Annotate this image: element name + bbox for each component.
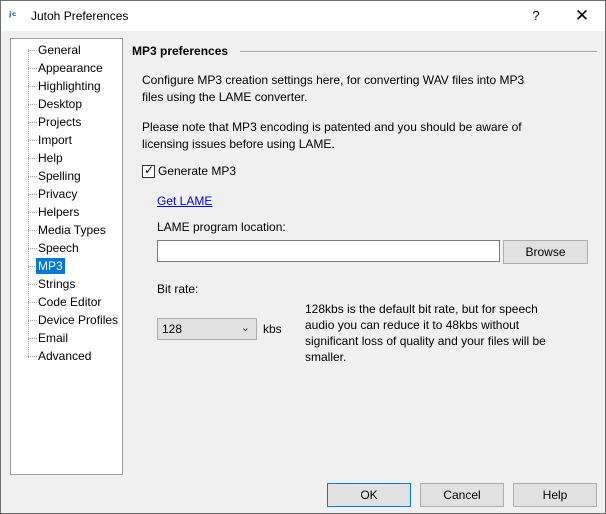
nav-item-label: General	[38, 43, 81, 57]
nav-item-projects[interactable]: Projects	[15, 113, 120, 131]
jutoh-app-icon: ʲᶜ	[9, 9, 17, 23]
nav-item-appearance[interactable]: Appearance	[15, 59, 120, 77]
nav-item-code-editor[interactable]: Code Editor	[15, 293, 120, 311]
nav-item-helpers[interactable]: Helpers	[15, 203, 120, 221]
nav-item-media-types[interactable]: Media Types	[15, 221, 120, 239]
bit-rate-select[interactable]: 128 ⌄	[157, 318, 257, 340]
nav-item-desktop[interactable]: Desktop	[15, 95, 120, 113]
preferences-window: ʲᶜ Jutoh Preferences ? ✕ General Appeara…	[0, 0, 606, 514]
nav-item-label: MP3	[36, 258, 65, 274]
description-text: Configure MP3 creation settings here, fo…	[142, 73, 525, 104]
chevron-down-icon: ⌄	[240, 321, 250, 334]
browse-button[interactable]: Browse	[503, 240, 588, 264]
cancel-button[interactable]: Cancel	[420, 483, 504, 507]
nav-item-mp3[interactable]: MP3	[15, 257, 120, 275]
nav-item-label: Advanced	[38, 349, 92, 363]
bit-rate-hint: 128kbs is the default bit rate, but for …	[305, 302, 546, 364]
section-title: MP3 preferences	[132, 44, 229, 58]
nav-item-label: Import	[38, 133, 73, 147]
nav-item-label: Privacy	[38, 187, 78, 201]
nav-item-import[interactable]: Import	[15, 131, 120, 149]
section-divider	[240, 51, 597, 53]
nav-item-label: Appearance	[38, 61, 103, 75]
window-title: Jutoh Preferences	[31, 9, 129, 23]
help-button[interactable]: Help	[513, 483, 597, 507]
nav-item-device-profiles[interactable]: Device Profiles	[15, 311, 120, 329]
lame-location-label: LAME program location:	[157, 220, 286, 234]
nav-item-label: Media Types	[38, 223, 106, 237]
bit-rate-unit: kbs	[263, 322, 282, 336]
nav-item-label: Speech	[38, 241, 79, 255]
get-lame-link[interactable]: Get LAME	[157, 194, 212, 208]
nav-item-highlighting[interactable]: Highlighting	[15, 77, 120, 95]
nav-item-strings[interactable]: Strings	[15, 275, 120, 293]
nav-item-label: Desktop	[38, 97, 83, 111]
nav-item-help[interactable]: Help	[15, 149, 120, 167]
nav-item-speech[interactable]: Speech	[15, 239, 120, 257]
nav-item-spelling[interactable]: Spelling	[15, 167, 120, 185]
bit-rate-label: Bit rate:	[157, 282, 199, 296]
nav-item-label: Spelling	[38, 169, 81, 183]
nav-item-label: Projects	[38, 115, 82, 129]
lame-location-input[interactable]	[157, 240, 500, 262]
ok-button[interactable]: OK	[327, 483, 411, 507]
nav-item-label: Code Editor	[38, 295, 102, 309]
nav-item-label: Help	[38, 151, 63, 165]
nav-item-privacy[interactable]: Privacy	[15, 185, 120, 203]
nav-item-email[interactable]: Email	[15, 329, 120, 347]
nav-item-label: Device Profiles	[38, 313, 119, 327]
title-bar[interactable]: ʲᶜ Jutoh Preferences ? ✕	[1, 1, 605, 31]
nav-item-label: Helpers	[38, 205, 80, 219]
nav-item-advanced[interactable]: Advanced	[15, 347, 120, 365]
nav-item-label: Highlighting	[38, 79, 101, 93]
generate-mp3-label[interactable]: Generate MP3	[158, 164, 236, 178]
preferences-nav-tree[interactable]: General Appearance Highlighting Desktop …	[10, 38, 123, 475]
checkmark-icon: ✓	[144, 163, 155, 177]
generate-mp3-checkbox[interactable]: ✓	[142, 163, 155, 178]
close-icon[interactable]: ✕	[559, 1, 605, 31]
nav-item-general[interactable]: General	[15, 41, 120, 59]
nav-item-label: Strings	[38, 277, 76, 291]
bit-rate-value: 128	[162, 322, 183, 336]
patent-notice-text: Please note that MP3 encoding is patente…	[142, 120, 522, 151]
help-icon[interactable]: ?	[513, 1, 559, 31]
nav-item-label: Email	[38, 331, 69, 345]
